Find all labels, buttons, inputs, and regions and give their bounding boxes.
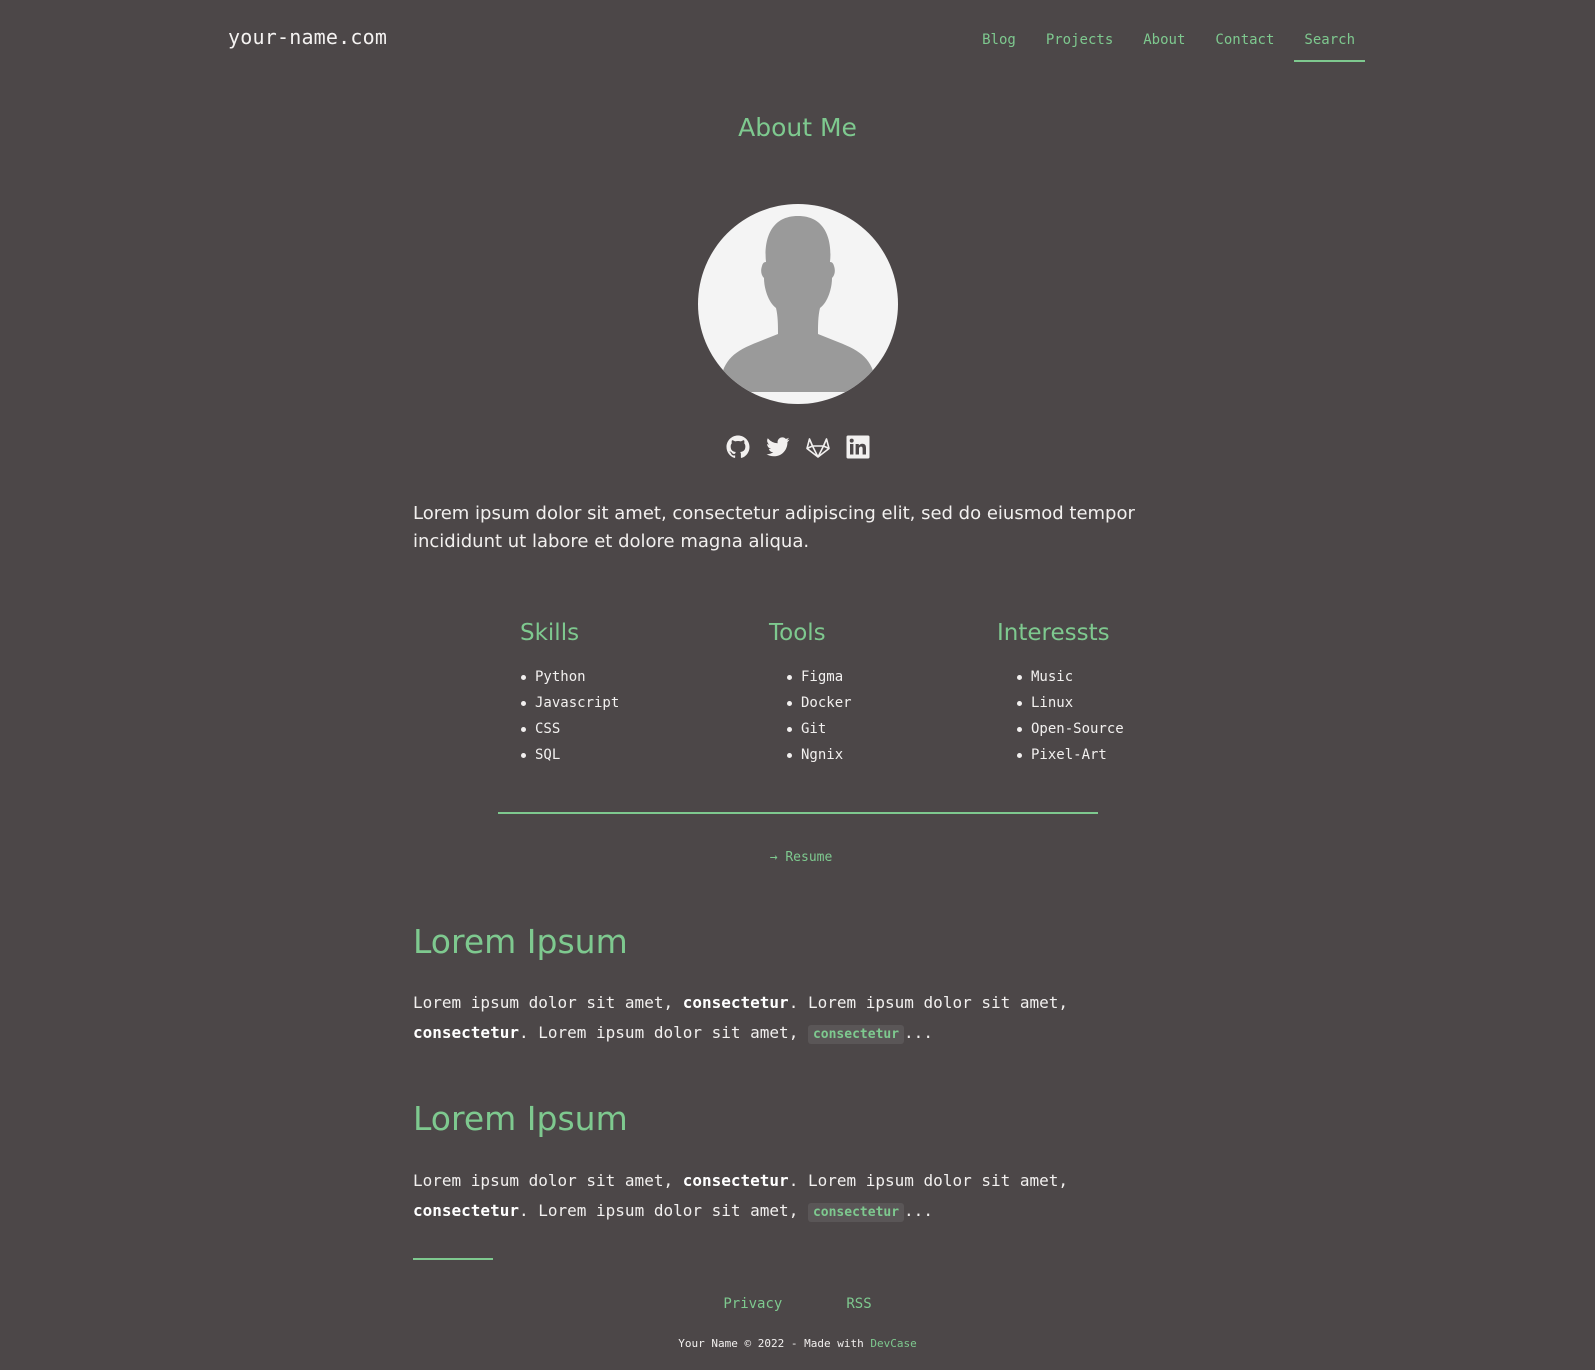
list-item: CSS [520,716,619,742]
copyright: Your Name © 2022 - Made with DevCase [0,1337,1595,1350]
page-title: About Me [738,113,857,142]
privacy-link[interactable]: Privacy [723,1296,782,1312]
github-icon[interactable] [725,434,751,460]
interests-column: Interessts Music Linux Open-Source Pixel… [997,620,1124,768]
linkedin-icon[interactable] [845,434,871,460]
devcase-link[interactable]: DevCase [870,1337,916,1350]
interests-heading: Interessts [997,620,1110,646]
list-item: Pixel-Art [1016,742,1124,768]
list-item: Ngnix [786,742,852,768]
list-item: Music [1016,664,1124,690]
body-text: . Lorem ipsum dolor sit amet, [518,1023,808,1042]
bold-text: consectetur [413,1023,519,1042]
section-title: Lorem Ipsum [413,922,628,961]
inline-code: consectetur [807,1025,905,1044]
tools-heading: Tools [769,620,826,646]
section-body: Lorem ipsum dolor sit amet, consectetur.… [413,1166,1113,1228]
body-text: . Lorem ipsum dolor sit amet, [788,993,1069,1012]
list-item: Javascript [520,690,619,716]
avatar-silhouette-icon [720,216,876,392]
bold-text: consectetur [682,1171,789,1190]
gitlab-icon[interactable] [805,434,831,460]
list-item: Git [786,716,852,742]
section-title: Lorem Ipsum [413,1099,628,1138]
twitter-icon[interactable] [765,434,791,460]
inline-code: consectetur [807,1203,905,1222]
resume-label: Resume [785,850,833,865]
body-text: ... [904,1201,933,1220]
nav-about[interactable]: About [1133,22,1195,62]
intro-text: Lorem ipsum dolor sit amet, consectetur … [413,503,1135,552]
nav-projects[interactable]: Projects [1036,22,1123,62]
section-divider [498,812,1098,814]
body-text: ... [904,1023,933,1042]
skills-heading: Skills [520,620,580,646]
body-text: Lorem ipsum dolor sit amet, [413,993,683,1012]
body-text: Lorem ipsum dolor sit amet, [413,1171,683,1190]
list-item: Open-Source [1016,716,1124,742]
section-body: Lorem ipsum dolor sit amet, consectetur.… [413,988,1113,1050]
list-item: SQL [520,742,619,768]
bold-text: consectetur [413,1201,519,1220]
nav-search[interactable]: Search [1294,22,1365,62]
arrow-right-icon: → [769,850,778,865]
main-nav: Blog Projects About Contact Search [962,22,1365,62]
nav-contact[interactable]: Contact [1205,22,1284,62]
body-text: . Lorem ipsum dolor sit amet, [788,1171,1069,1190]
body-text: . Lorem ipsum dolor sit amet, [518,1201,808,1220]
avatar [698,204,898,404]
list-item: Figma [786,664,852,690]
list-item: Docker [786,690,852,716]
footer-links: Privacy RSS [0,1296,1595,1312]
site-logo[interactable]: your-name.com [228,25,387,49]
header: your-name.com Blog Projects About Contac… [0,0,1595,80]
social-links [0,434,1595,460]
interests-list: Music Linux Open-Source Pixel-Art [1016,664,1124,768]
bold-text: consectetur [682,993,789,1012]
footer-rule [413,1258,493,1260]
copyright-text: Your Name © 2022 - Made with [678,1337,871,1350]
skills-list: Python Javascript CSS SQL [520,664,619,768]
resume-link[interactable]: → Resume [0,850,1595,865]
nav-blog[interactable]: Blog [972,22,1026,62]
skills-column: Skills Python Javascript CSS SQL [520,620,619,768]
tools-list: Figma Docker Git Ngnix [786,664,852,768]
list-item: Linux [1016,690,1124,716]
rss-link[interactable]: RSS [846,1296,871,1312]
list-item: Python [520,664,619,690]
tools-column: Tools Figma Docker Git Ngnix [769,620,852,768]
